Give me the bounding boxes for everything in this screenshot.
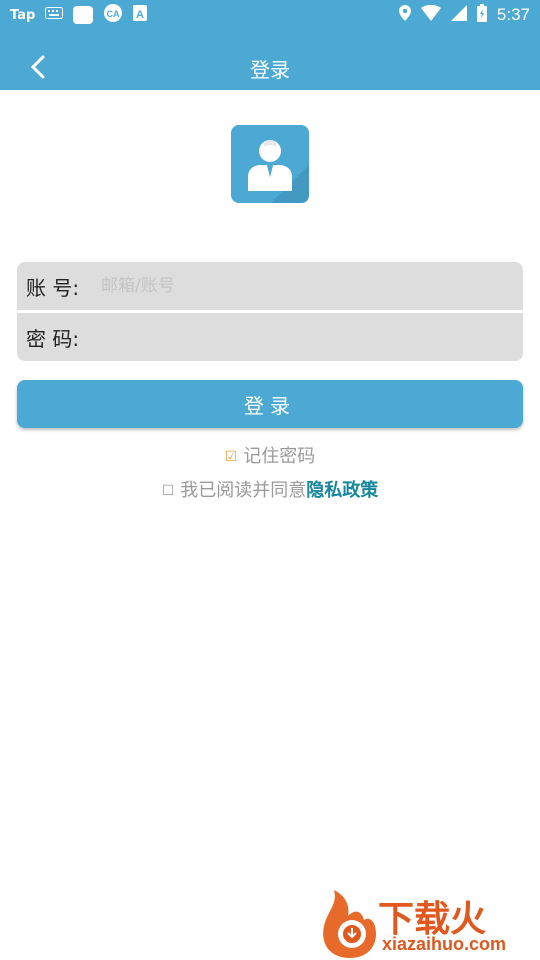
agreement-row: ☐ 我已阅读并同意隐私政策: [0, 476, 540, 502]
location-icon: [398, 4, 411, 26]
svg-text:A: A: [136, 9, 144, 21]
account-field: 账 号:: [17, 262, 523, 310]
password-field: 密 码:: [17, 313, 523, 361]
keyboard-icon: [45, 7, 64, 23]
agreement-checkbox[interactable]: ☐: [162, 483, 175, 499]
password-input[interactable]: [101, 327, 523, 347]
login-button[interactable]: 登录: [17, 380, 523, 428]
svg-text:CA: CA: [107, 9, 120, 19]
account-label: 账 号:: [26, 275, 80, 300]
battery-icon: [476, 3, 487, 27]
page-title: 登录: [250, 58, 290, 82]
app-bar: 登录: [0, 44, 540, 90]
ca-icon: CA: [103, 3, 123, 27]
status-bar: Tap CA A 5:37: [0, 0, 540, 44]
user-avatar-icon: [231, 125, 309, 203]
signal-icon: [450, 4, 467, 26]
watermark-url: xiazaihuo.com: [382, 934, 507, 954]
clock-time: 5:37: [496, 5, 530, 24]
white-square-icon: [73, 6, 94, 24]
password-label: 密 码:: [26, 326, 80, 351]
a-icon: A: [133, 5, 148, 25]
account-input[interactable]: [101, 276, 523, 296]
remember-password-row[interactable]: ☑ 记住密码: [0, 442, 540, 468]
remember-checkbox[interactable]: ☑: [225, 449, 238, 465]
tap-icon: Tap: [10, 7, 36, 23]
remember-password-label: 记住密码: [243, 446, 316, 467]
watermark-logo: 下载火 xiazaihuo.com: [318, 890, 540, 960]
agreement-text: 我已阅读并同意: [180, 480, 307, 501]
privacy-policy-link[interactable]: 隐私政策: [306, 480, 378, 501]
flame-logo-icon: [323, 890, 376, 958]
wifi-icon: [420, 4, 441, 26]
